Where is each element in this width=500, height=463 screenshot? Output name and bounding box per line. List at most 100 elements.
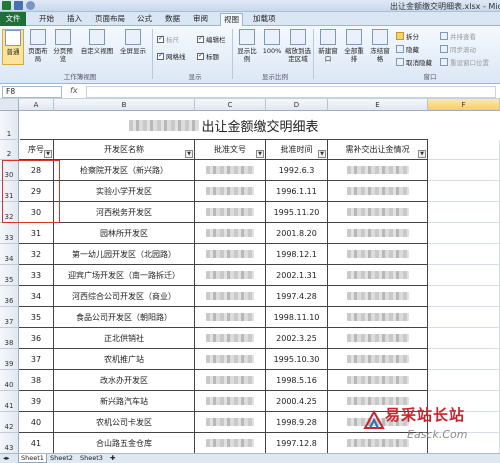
cell-f[interactable] (428, 307, 500, 328)
cell-f[interactable] (428, 244, 500, 265)
sync-scroll-button[interactable]: 同步滚动 (440, 44, 476, 54)
cell-f[interactable] (428, 202, 500, 223)
cell-approval-no[interactable] (195, 391, 266, 412)
page-break-preview-button[interactable]: 分页预览 (52, 29, 74, 65)
cell-f[interactable] (428, 160, 500, 181)
tab-page-layout[interactable]: 页面布局 (92, 13, 128, 25)
formula-input[interactable] (86, 86, 496, 98)
cell-f[interactable] (428, 181, 500, 202)
header-approval-date[interactable]: 批准时间 ▼ (266, 140, 328, 160)
sheet-tab-1[interactable]: Sheet1 (18, 454, 47, 463)
tab-home[interactable]: 开始 (36, 13, 57, 25)
tab-data[interactable]: 数据 (162, 13, 183, 25)
view-side-by-side-button[interactable]: 并排查看 (440, 31, 476, 41)
cell-zone-name[interactable]: 食品公司开发区（朝阳路） (54, 307, 195, 328)
cell-serial[interactable]: 31 (19, 223, 54, 244)
row-header[interactable]: 38 (0, 328, 19, 349)
cell-approval-date[interactable]: 2002.1.31 (266, 265, 328, 286)
cell-fee-status[interactable] (328, 286, 428, 307)
cell-approval-no[interactable] (195, 328, 266, 349)
row-header[interactable]: 40 (0, 370, 19, 391)
cell-fee-status[interactable] (328, 181, 428, 202)
freeze-panes-button[interactable]: 冻结窗格 (368, 29, 392, 65)
ruler-checkbox[interactable]: 标尺 (157, 34, 179, 44)
column-header-e[interactable]: E (328, 99, 428, 111)
filter-dropdown-icon[interactable]: ▼ (44, 150, 52, 158)
row-header[interactable]: 33 (0, 223, 19, 244)
cell-approval-no[interactable] (195, 181, 266, 202)
cell-f[interactable] (428, 328, 500, 349)
arrange-all-button[interactable]: 全部重排 (342, 29, 366, 65)
cell-approval-date[interactable]: 1995.10.30 (266, 349, 328, 370)
reset-window-button[interactable]: 重设窗口位置 (440, 57, 489, 67)
cell-f[interactable] (428, 265, 500, 286)
row-header[interactable]: 42 (0, 412, 19, 433)
column-header-a[interactable]: A (19, 99, 54, 111)
row-header[interactable]: 41 (0, 391, 19, 412)
tab-addins[interactable]: 加载项 (250, 13, 279, 25)
filter-dropdown-icon[interactable]: ▼ (256, 150, 264, 158)
cell-serial[interactable]: 33 (19, 265, 54, 286)
cell-approval-date[interactable]: 2000.4.25 (266, 391, 328, 412)
cell-serial[interactable]: 41 (19, 433, 54, 454)
cell-zone-name[interactable]: 改水办开发区 (54, 370, 195, 391)
undo-icon[interactable] (26, 1, 35, 10)
cell-zone-name[interactable]: 农机公司卡发区 (54, 412, 195, 433)
cell-approval-date[interactable]: 1998.9.28 (266, 412, 328, 433)
full-screen-button[interactable]: 全屏显示 (118, 29, 148, 65)
cell-approval-date[interactable]: 1992.6.3 (266, 160, 328, 181)
select-all-corner[interactable] (0, 99, 19, 111)
zoom-100-button[interactable]: 100% (261, 29, 283, 65)
cell-approval-date[interactable]: 2002.3.25 (266, 328, 328, 349)
cell-zone-name[interactable]: 实验小学开发区 (54, 181, 195, 202)
cell-approval-no[interactable] (195, 433, 266, 454)
row-header[interactable]: 35 (0, 265, 19, 286)
row-header[interactable]: 39 (0, 349, 19, 370)
row-header[interactable]: 37 (0, 307, 19, 328)
cell-serial[interactable]: 39 (19, 391, 54, 412)
cell-approval-date[interactable]: 1998.12.1 (266, 244, 328, 265)
save-icon[interactable] (14, 1, 23, 10)
column-header-f[interactable]: F (428, 99, 500, 111)
cell-approval-no[interactable] (195, 370, 266, 391)
cell-zone-name[interactable]: 园林所开发区 (54, 223, 195, 244)
excel-app-icon[interactable] (2, 1, 11, 10)
cell-approval-no[interactable] (195, 223, 266, 244)
zoom-to-selection-button[interactable]: 缩放到选定区域 (285, 29, 311, 65)
header-serial[interactable]: 序号 ▼ (19, 140, 54, 160)
gridlines-checkbox[interactable]: 网格线 (157, 51, 186, 61)
column-header-b[interactable]: B (54, 99, 195, 111)
cell-zone-name[interactable]: 河西税务开发区 (54, 202, 195, 223)
cell-f2[interactable] (428, 140, 500, 160)
insert-sheet-icon[interactable]: ✚ (108, 454, 117, 463)
zoom-button[interactable]: 显示比例 (235, 29, 259, 65)
cell-f[interactable] (428, 370, 500, 391)
tab-view[interactable]: 视图 (220, 13, 243, 27)
cell-zone-name[interactable]: 正北供销社 (54, 328, 195, 349)
cell-serial[interactable]: 38 (19, 370, 54, 391)
cell-fee-status[interactable] (328, 244, 428, 265)
header-zone-name[interactable]: 开发区名称 ▼ (54, 140, 195, 160)
column-header-c[interactable]: C (195, 99, 266, 111)
cell-serial[interactable]: 34 (19, 286, 54, 307)
cell-zone-name[interactable]: 第一幼儿园开发区（北园路） (54, 244, 195, 265)
unhide-button[interactable]: 取消隐藏 (396, 57, 432, 67)
cell-fee-status[interactable] (328, 202, 428, 223)
cell-fee-status[interactable] (328, 307, 428, 328)
cell-approval-no[interactable] (195, 307, 266, 328)
sheet-tab-3[interactable]: Sheet3 (78, 454, 105, 463)
row-header[interactable]: 43 (0, 433, 19, 454)
cell-approval-no[interactable] (195, 202, 266, 223)
cell-approval-date[interactable]: 2001.8.20 (266, 223, 328, 244)
cell-approval-date[interactable]: 1997.4.28 (266, 286, 328, 307)
new-window-button[interactable]: 新建窗口 (316, 29, 340, 65)
headings-checkbox[interactable]: 标题 (197, 51, 219, 61)
sheet-tab-2[interactable]: Sheet2 (48, 454, 75, 463)
formula-bar-checkbox[interactable]: 编辑栏 (197, 34, 226, 44)
row-header[interactable]: 36 (0, 286, 19, 307)
cell-fee-status[interactable] (328, 370, 428, 391)
cell-zone-name[interactable]: 新兴路汽车站 (54, 391, 195, 412)
custom-views-button[interactable]: 自定义视图 (80, 29, 114, 65)
cell-serial[interactable]: 36 (19, 328, 54, 349)
cell-f[interactable] (428, 349, 500, 370)
